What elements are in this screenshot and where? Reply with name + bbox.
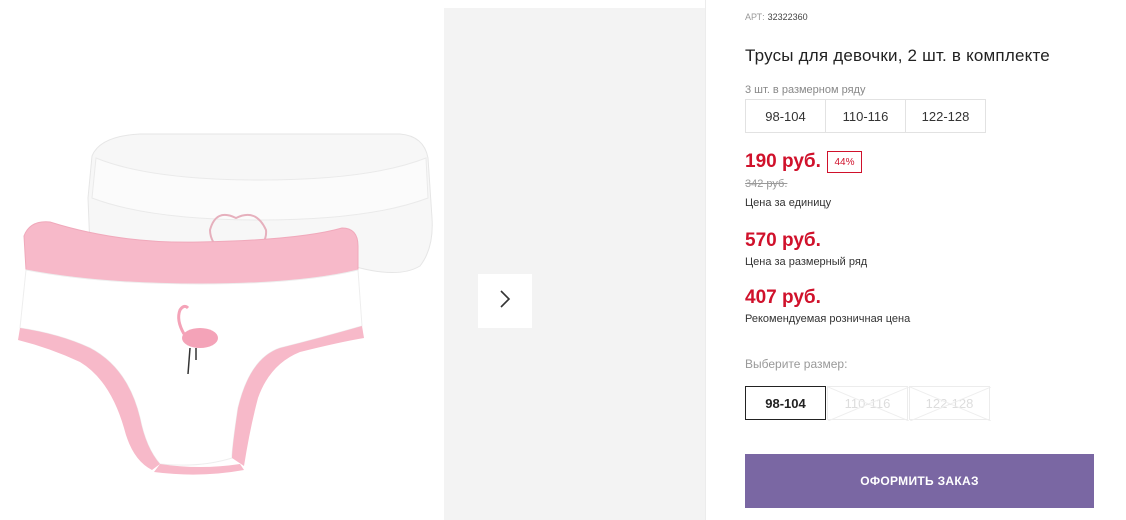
size-option-98-104[interactable]: 98-104 — [745, 386, 826, 420]
size-row-item: 122-128 — [905, 99, 986, 133]
size-row-item: 110-116 — [825, 99, 906, 133]
rrp-price: 407 руб. — [745, 287, 821, 308]
product-title: Трусы для девочки, 2 шт. в комплекте — [745, 46, 1050, 65]
row-price: 570 руб. — [745, 230, 821, 251]
rrp-price-label: Рекомендуемая розничная цена — [745, 313, 911, 325]
unit-price: 190 руб. — [745, 151, 821, 172]
discount-badge: 44% — [827, 151, 862, 173]
row-price-label: Цена за размерный ряд — [745, 256, 868, 268]
old-price: 342 руб. — [745, 178, 788, 190]
unit-price-label: Цена за единицу — [745, 197, 832, 209]
chevron-right-icon — [498, 289, 512, 314]
size-option-122-128[interactable]: 122-128 — [909, 386, 991, 421]
size-row-grid: 98-104 110-116 122-128 — [745, 99, 986, 133]
product-photo[interactable] — [0, 8, 444, 520]
sku-label: АРТ: — [745, 12, 765, 22]
product-sku: АРТ: 32322360 — [745, 12, 808, 22]
unavailable-cross-icon — [828, 387, 909, 421]
size-option-110-116[interactable]: 110-116 — [827, 386, 909, 421]
product-image — [18, 133, 433, 475]
product-gallery — [0, 0, 706, 520]
gallery-background — [444, 8, 705, 520]
product-page: АРТ: 32322360 Трусы для девочки, 2 шт. в … — [0, 0, 1126, 520]
choose-size-label: Выберите размер: — [745, 357, 848, 371]
place-order-button[interactable]: ОФОРМИТЬ ЗАКАЗ — [745, 454, 1094, 508]
gallery-next-button[interactable] — [478, 274, 532, 328]
size-row-item: 98-104 — [745, 99, 826, 133]
size-row-label: 3 шт. в размерном ряду — [745, 84, 866, 96]
size-selector: 98-104 110-116 122-128 — [745, 386, 991, 421]
sku-value: 32322360 — [767, 12, 808, 22]
unavailable-cross-icon — [910, 387, 991, 421]
